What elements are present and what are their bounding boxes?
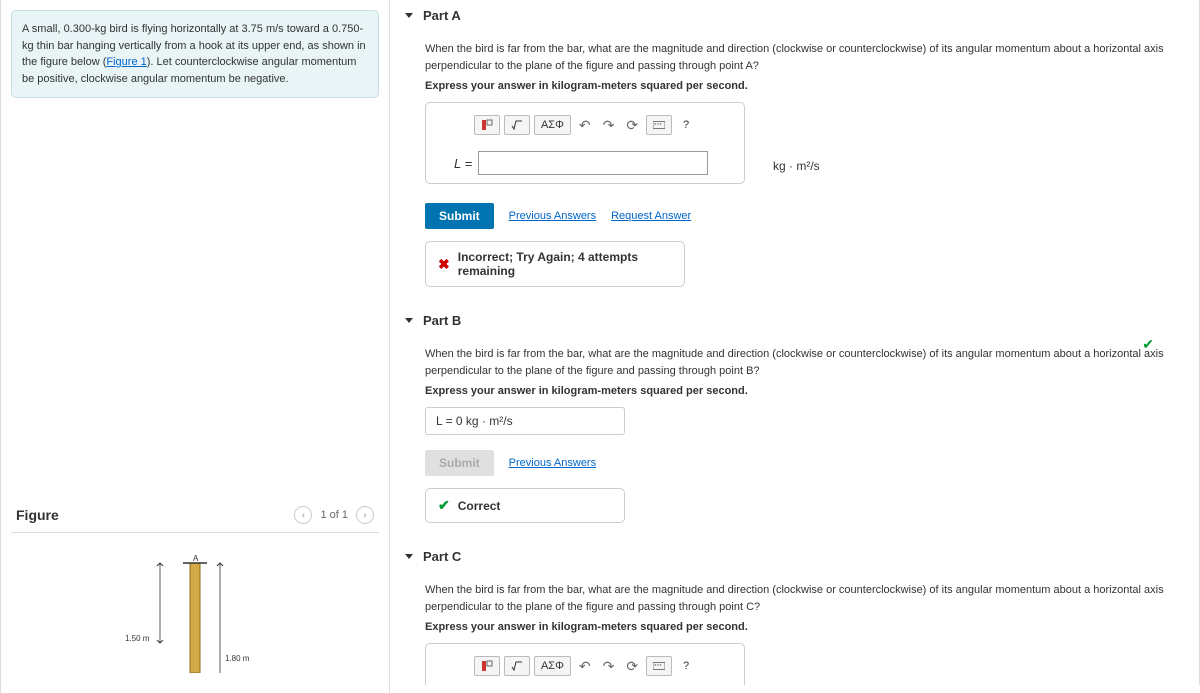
part-b-feedback-text: Correct bbox=[458, 499, 501, 513]
figure-panel: Figure ‹ 1 of 1 › A 1.50 m bbox=[11, 498, 379, 693]
problem-statement: A small, 0.300-kg bird is flying horizon… bbox=[11, 10, 379, 98]
part-a-input-panel: ΑΣΦ ↶ ↷ ⟳ ? L = bbox=[425, 102, 745, 184]
undo-icon[interactable]: ↶ bbox=[575, 117, 595, 134]
part-a-unit: kg · m²/s bbox=[773, 159, 820, 173]
part-c-question: When the bird is far from the bar, what … bbox=[425, 582, 1184, 615]
templates-button[interactable] bbox=[474, 115, 500, 135]
pager-prev[interactable]: ‹ bbox=[294, 506, 312, 524]
part-a-submit[interactable]: Submit bbox=[425, 203, 494, 229]
part-a-title: Part A bbox=[423, 8, 461, 23]
templates-button[interactable] bbox=[474, 656, 500, 676]
caret-icon bbox=[405, 13, 413, 18]
keyboard-button[interactable] bbox=[646, 656, 672, 676]
part-b-submit: Submit bbox=[425, 450, 494, 476]
svg-text:A: A bbox=[193, 554, 199, 563]
caret-icon bbox=[405, 318, 413, 323]
redo-icon[interactable]: ↷ bbox=[599, 117, 619, 134]
caret-icon bbox=[405, 554, 413, 559]
part-b-title: Part B bbox=[423, 313, 461, 328]
greek-button[interactable]: ΑΣΦ bbox=[534, 115, 571, 135]
part-c-express: Express your answer in kilogram-meters s… bbox=[425, 621, 1184, 633]
pager-next[interactable]: › bbox=[356, 506, 374, 524]
part-b-question: When the bird is far from the bar, what … bbox=[425, 346, 1184, 379]
figure-link[interactable]: Figure 1 bbox=[106, 56, 146, 68]
svg-text:1.50 m: 1.50 m bbox=[125, 634, 150, 643]
reset-icon[interactable]: ⟳ bbox=[622, 658, 642, 675]
part-b-header[interactable]: Part B bbox=[405, 305, 1184, 336]
part-b-express: Express your answer in kilogram-meters s… bbox=[425, 385, 1184, 397]
part-a-request-answer[interactable]: Request Answer bbox=[611, 210, 691, 222]
help-button[interactable]: ? bbox=[676, 115, 696, 135]
reset-icon[interactable]: ⟳ bbox=[622, 117, 642, 134]
figure-pager: ‹ 1 of 1 › bbox=[294, 506, 374, 524]
part-b-prev-answers[interactable]: Previous Answers bbox=[509, 457, 596, 469]
part-a-prev-answers[interactable]: Previous Answers bbox=[509, 210, 596, 222]
part-b-answer-display: L = 0 kg · m²/s bbox=[425, 407, 625, 435]
part-a-header[interactable]: Part A bbox=[405, 0, 1184, 31]
undo-icon[interactable]: ↶ bbox=[575, 658, 595, 675]
keyboard-button[interactable] bbox=[646, 115, 672, 135]
svg-text:1.80 m: 1.80 m bbox=[225, 654, 250, 663]
root-button[interactable] bbox=[504, 656, 530, 676]
part-c-input-panel: ΑΣΦ ↶ ↷ ⟳ ? L = bbox=[425, 643, 745, 685]
part-a-answer-input[interactable] bbox=[478, 151, 708, 175]
root-button[interactable] bbox=[504, 115, 530, 135]
figure-diagram: A 1.50 m 1.80 m bbox=[85, 553, 305, 673]
part-a-feedback-text: Incorrect; Try Again; 4 attempts remaini… bbox=[458, 250, 672, 278]
figure-title: Figure bbox=[16, 507, 59, 523]
part-c-header[interactable]: Part C bbox=[405, 541, 1184, 572]
part-b-check-icon: ✔ bbox=[1142, 336, 1154, 353]
greek-button[interactable]: ΑΣΦ bbox=[534, 656, 571, 676]
part-b-feedback: ✔ Correct bbox=[425, 488, 625, 523]
check-icon: ✔ bbox=[438, 497, 450, 514]
part-c-title: Part C bbox=[423, 549, 461, 564]
help-button[interactable]: ? bbox=[676, 656, 696, 676]
part-a-feedback: ✖ Incorrect; Try Again; 4 attempts remai… bbox=[425, 241, 685, 287]
pager-count: 1 of 1 bbox=[320, 509, 348, 521]
redo-icon[interactable]: ↷ bbox=[599, 658, 619, 675]
part-a-var: L = bbox=[454, 156, 472, 171]
x-icon: ✖ bbox=[438, 256, 450, 273]
part-a-question: When the bird is far from the bar, what … bbox=[425, 41, 1184, 74]
part-a-express: Express your answer in kilogram-meters s… bbox=[425, 80, 1184, 92]
